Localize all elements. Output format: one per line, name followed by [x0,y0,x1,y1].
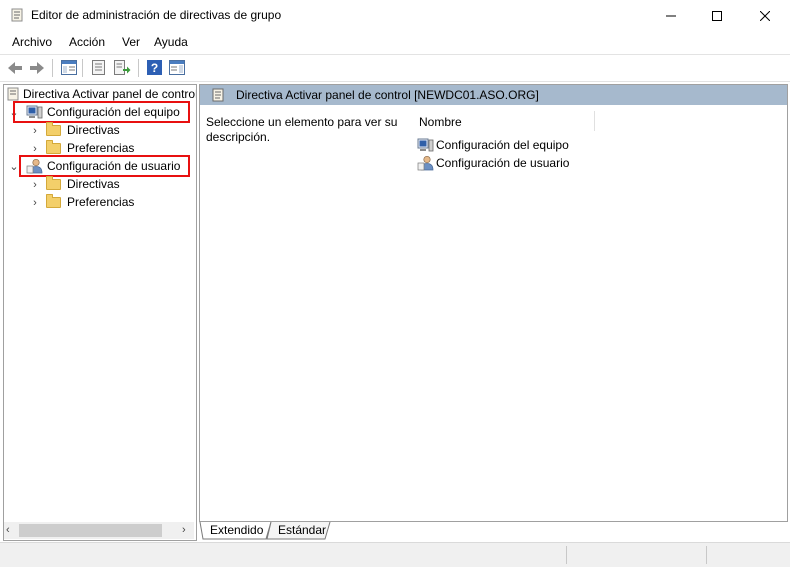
forward-button[interactable] [27,58,46,77]
folder-icon [46,139,61,154]
toolbar-separator [138,59,139,77]
title-bar: Editor de administración de directivas d… [0,0,790,31]
list-item-label: Configuración de usuario [436,156,570,170]
help-icon: ? [147,60,162,75]
tab-estandar[interactable]: Estándar [278,521,326,539]
minimize-icon [666,15,676,16]
menu-accion[interactable]: Acción [69,35,105,49]
minimize-button[interactable] [648,0,694,31]
menu-ayuda[interactable]: Ayuda [154,35,188,49]
show-hide-action-pane-button[interactable] [167,58,186,77]
column-header-name[interactable]: Nombre [415,111,595,131]
view-tabs: Extendido Estándar [199,521,787,541]
status-divider [566,546,567,564]
toolbar-separator [82,59,83,77]
back-button[interactable] [5,58,24,77]
status-bar [0,542,790,567]
close-button[interactable] [742,0,788,31]
export-list-button[interactable] [113,58,132,77]
tree-item-user-policies[interactable]: Directivas [46,175,120,193]
export-list-icon [114,60,131,75]
svg-text:?: ? [151,61,158,75]
horizontal-scrollbar[interactable]: ‹ › [4,522,194,539]
status-divider [706,546,707,564]
collapsed-chevron-icon[interactable]: › [30,197,40,209]
show-hide-tree-button[interactable] [59,58,78,77]
help-button[interactable]: ? [145,58,164,77]
highlight-box [19,155,190,177]
highlight-box [13,101,190,123]
scrollbar-thumb[interactable] [19,524,162,537]
details-pane: Directiva Activar panel de control [NEWD… [199,84,788,522]
folder-icon [46,175,61,190]
window-title: Editor de administración de directivas d… [31,8,282,22]
user-icon [417,155,434,171]
computer-icon [417,138,434,151]
maximize-icon [712,10,722,21]
tree-root-label: Directiva Activar panel de control [NEWD… [23,87,197,101]
details-header-title: Directiva Activar panel de control [NEWD… [236,88,539,102]
tree-item-computer-preferences-label: Preferencias [67,141,135,155]
menu-archivo[interactable]: Archivo [12,35,52,49]
toolbar: ? [0,54,790,82]
tab-extendido[interactable]: Extendido [210,521,263,539]
list-item-label: Configuración del equipo [436,138,569,152]
folder-icon [46,121,61,136]
description-text: Seleccione un elemento para ver su descr… [206,115,398,144]
show-hide-action-pane-icon [168,60,185,75]
show-hide-tree-icon [60,60,77,75]
tree-item-user-preferences-label: Preferencias [67,195,135,209]
list-item[interactable]: Configuración del equipo [417,136,569,154]
properties-button[interactable] [89,58,108,77]
menu-bar: Archivo Acción Ver Ayuda [0,31,790,53]
list-item[interactable]: Configuración de usuario [417,154,569,172]
folder-icon [46,193,61,208]
column-header-name-label: Nombre [419,115,462,129]
details-header: Directiva Activar panel de control [NEWD… [200,85,787,105]
properties-icon [92,60,105,75]
menu-ver[interactable]: Ver [122,35,140,49]
tree-item-user-policies-label: Directivas [67,177,120,191]
tree-item-computer-policies[interactable]: Directivas [46,121,120,139]
scroll-right-icon[interactable]: › [182,525,192,536]
collapsed-chevron-icon[interactable]: › [30,125,40,137]
expanded-chevron-icon[interactable]: ⌄ [9,161,19,173]
maximize-button[interactable] [694,0,740,31]
policy-document-icon [7,87,19,101]
back-icon [7,61,22,74]
policy-document-icon [212,88,224,102]
tree-item-user-preferences[interactable]: Preferencias [46,193,134,211]
toolbar-separator [52,59,53,77]
scroll-left-icon[interactable]: ‹ [6,525,16,536]
console-tree[interactable]: Directiva Activar panel de control [NEWD… [3,84,197,541]
tree-item-computer-policies-label: Directivas [67,123,120,137]
collapsed-chevron-icon[interactable]: › [30,143,40,155]
forward-icon [29,61,44,74]
policy-editor-icon [11,8,23,22]
close-icon [760,10,770,21]
collapsed-chevron-icon[interactable]: › [30,179,40,191]
